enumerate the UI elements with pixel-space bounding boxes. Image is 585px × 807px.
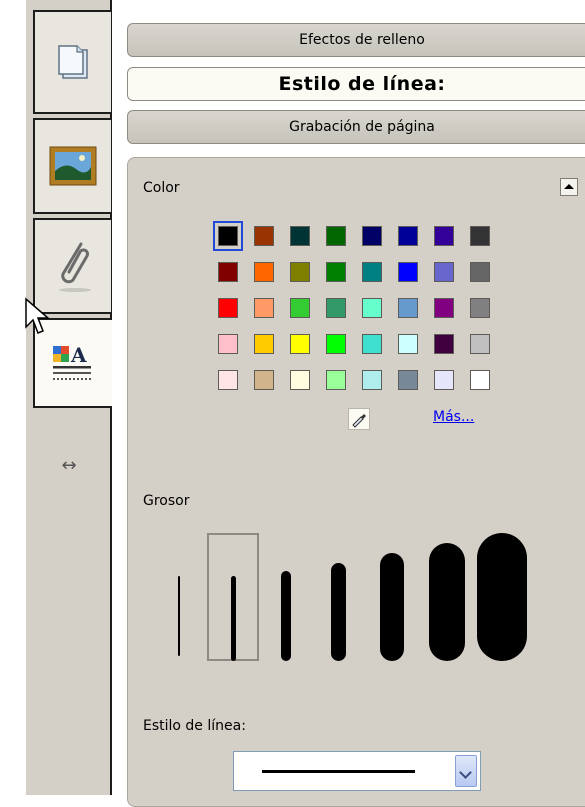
color-swatch[interactable] xyxy=(362,226,382,246)
sidebar: A ↔ xyxy=(0,0,113,795)
color-swatch[interactable] xyxy=(326,298,346,318)
thickness-option[interactable] xyxy=(380,553,404,661)
svg-text:A: A xyxy=(70,343,87,367)
accordion-page-recording[interactable]: Grabación de página xyxy=(127,110,585,144)
gallery-icon xyxy=(49,146,97,186)
thickness-options xyxy=(168,533,528,678)
collapse-button[interactable] xyxy=(560,178,578,196)
color-swatch[interactable] xyxy=(326,226,346,246)
color-swatch[interactable] xyxy=(326,262,346,282)
thickness-option[interactable] xyxy=(178,576,180,656)
color-swatch[interactable] xyxy=(290,334,310,354)
tab-page-sorter[interactable] xyxy=(33,10,111,114)
thickness-option[interactable] xyxy=(281,571,291,661)
color-swatch[interactable] xyxy=(362,298,382,318)
color-label: Color xyxy=(143,180,180,196)
eyedropper-icon xyxy=(352,414,366,428)
color-swatch[interactable] xyxy=(254,226,274,246)
thickness-option[interactable] xyxy=(331,563,346,661)
color-swatch[interactable] xyxy=(398,298,418,318)
color-swatch[interactable] xyxy=(254,334,274,354)
color-swatch[interactable] xyxy=(218,298,238,318)
thickness-label: Grosor xyxy=(143,493,190,509)
color-swatch[interactable] xyxy=(326,370,346,390)
color-swatch[interactable] xyxy=(434,298,454,318)
color-swatch[interactable] xyxy=(254,298,274,318)
color-swatch[interactable] xyxy=(434,334,454,354)
color-swatch[interactable] xyxy=(254,370,274,390)
color-swatch[interactable] xyxy=(213,221,243,251)
color-swatch[interactable] xyxy=(434,226,454,246)
color-swatch[interactable] xyxy=(470,334,490,354)
color-swatch[interactable] xyxy=(362,370,382,390)
color-palette xyxy=(213,221,508,406)
color-swatch[interactable] xyxy=(290,226,310,246)
color-swatch[interactable] xyxy=(290,370,310,390)
horizontal-arrows-icon[interactable]: ↔ xyxy=(56,455,82,476)
properties-icon: A xyxy=(53,343,91,380)
color-swatch[interactable] xyxy=(434,370,454,390)
more-colors-link[interactable]: Más... xyxy=(433,409,474,425)
line-style-select[interactable] xyxy=(233,751,481,791)
color-swatch[interactable] xyxy=(398,370,418,390)
line-style-preview xyxy=(262,770,415,773)
color-swatch[interactable] xyxy=(470,262,490,282)
color-swatch[interactable] xyxy=(398,334,418,354)
color-swatch[interactable] xyxy=(470,370,490,390)
thickness-option[interactable] xyxy=(231,576,236,661)
thickness-option[interactable] xyxy=(429,543,465,661)
sidebar-edge xyxy=(0,0,26,795)
accordion-line-style[interactable]: Estilo de línea: xyxy=(127,67,585,101)
color-swatch[interactable] xyxy=(218,334,238,354)
accordion-fill-effects[interactable]: Efectos de relleno xyxy=(127,23,585,57)
color-swatch[interactable] xyxy=(398,262,418,282)
color-swatch[interactable] xyxy=(470,226,490,246)
line-style-label: Estilo de línea: xyxy=(143,718,246,734)
thickness-option[interactable] xyxy=(477,533,527,661)
color-swatch[interactable] xyxy=(290,262,310,282)
color-swatch[interactable] xyxy=(326,334,346,354)
color-swatch[interactable] xyxy=(362,334,382,354)
attachments-icon xyxy=(59,242,91,292)
mouse-cursor-icon xyxy=(25,297,50,334)
color-swatch[interactable] xyxy=(290,298,310,318)
color-swatch[interactable] xyxy=(254,262,274,282)
color-swatch[interactable] xyxy=(362,262,382,282)
color-swatch[interactable] xyxy=(218,262,238,282)
color-swatch[interactable] xyxy=(434,262,454,282)
tab-gallery[interactable] xyxy=(33,118,111,214)
color-swatch[interactable] xyxy=(398,226,418,246)
line-style-content: Color Más... Grosor Estilo de línea: xyxy=(127,157,585,807)
color-swatch[interactable] xyxy=(218,370,238,390)
page-sorter-icon xyxy=(58,45,88,79)
color-swatch[interactable] xyxy=(470,298,490,318)
properties-panel: Efectos de relleno Estilo de línea: Grab… xyxy=(112,0,585,807)
eyedropper-button[interactable] xyxy=(348,408,370,430)
chevron-down-icon[interactable] xyxy=(455,755,477,787)
